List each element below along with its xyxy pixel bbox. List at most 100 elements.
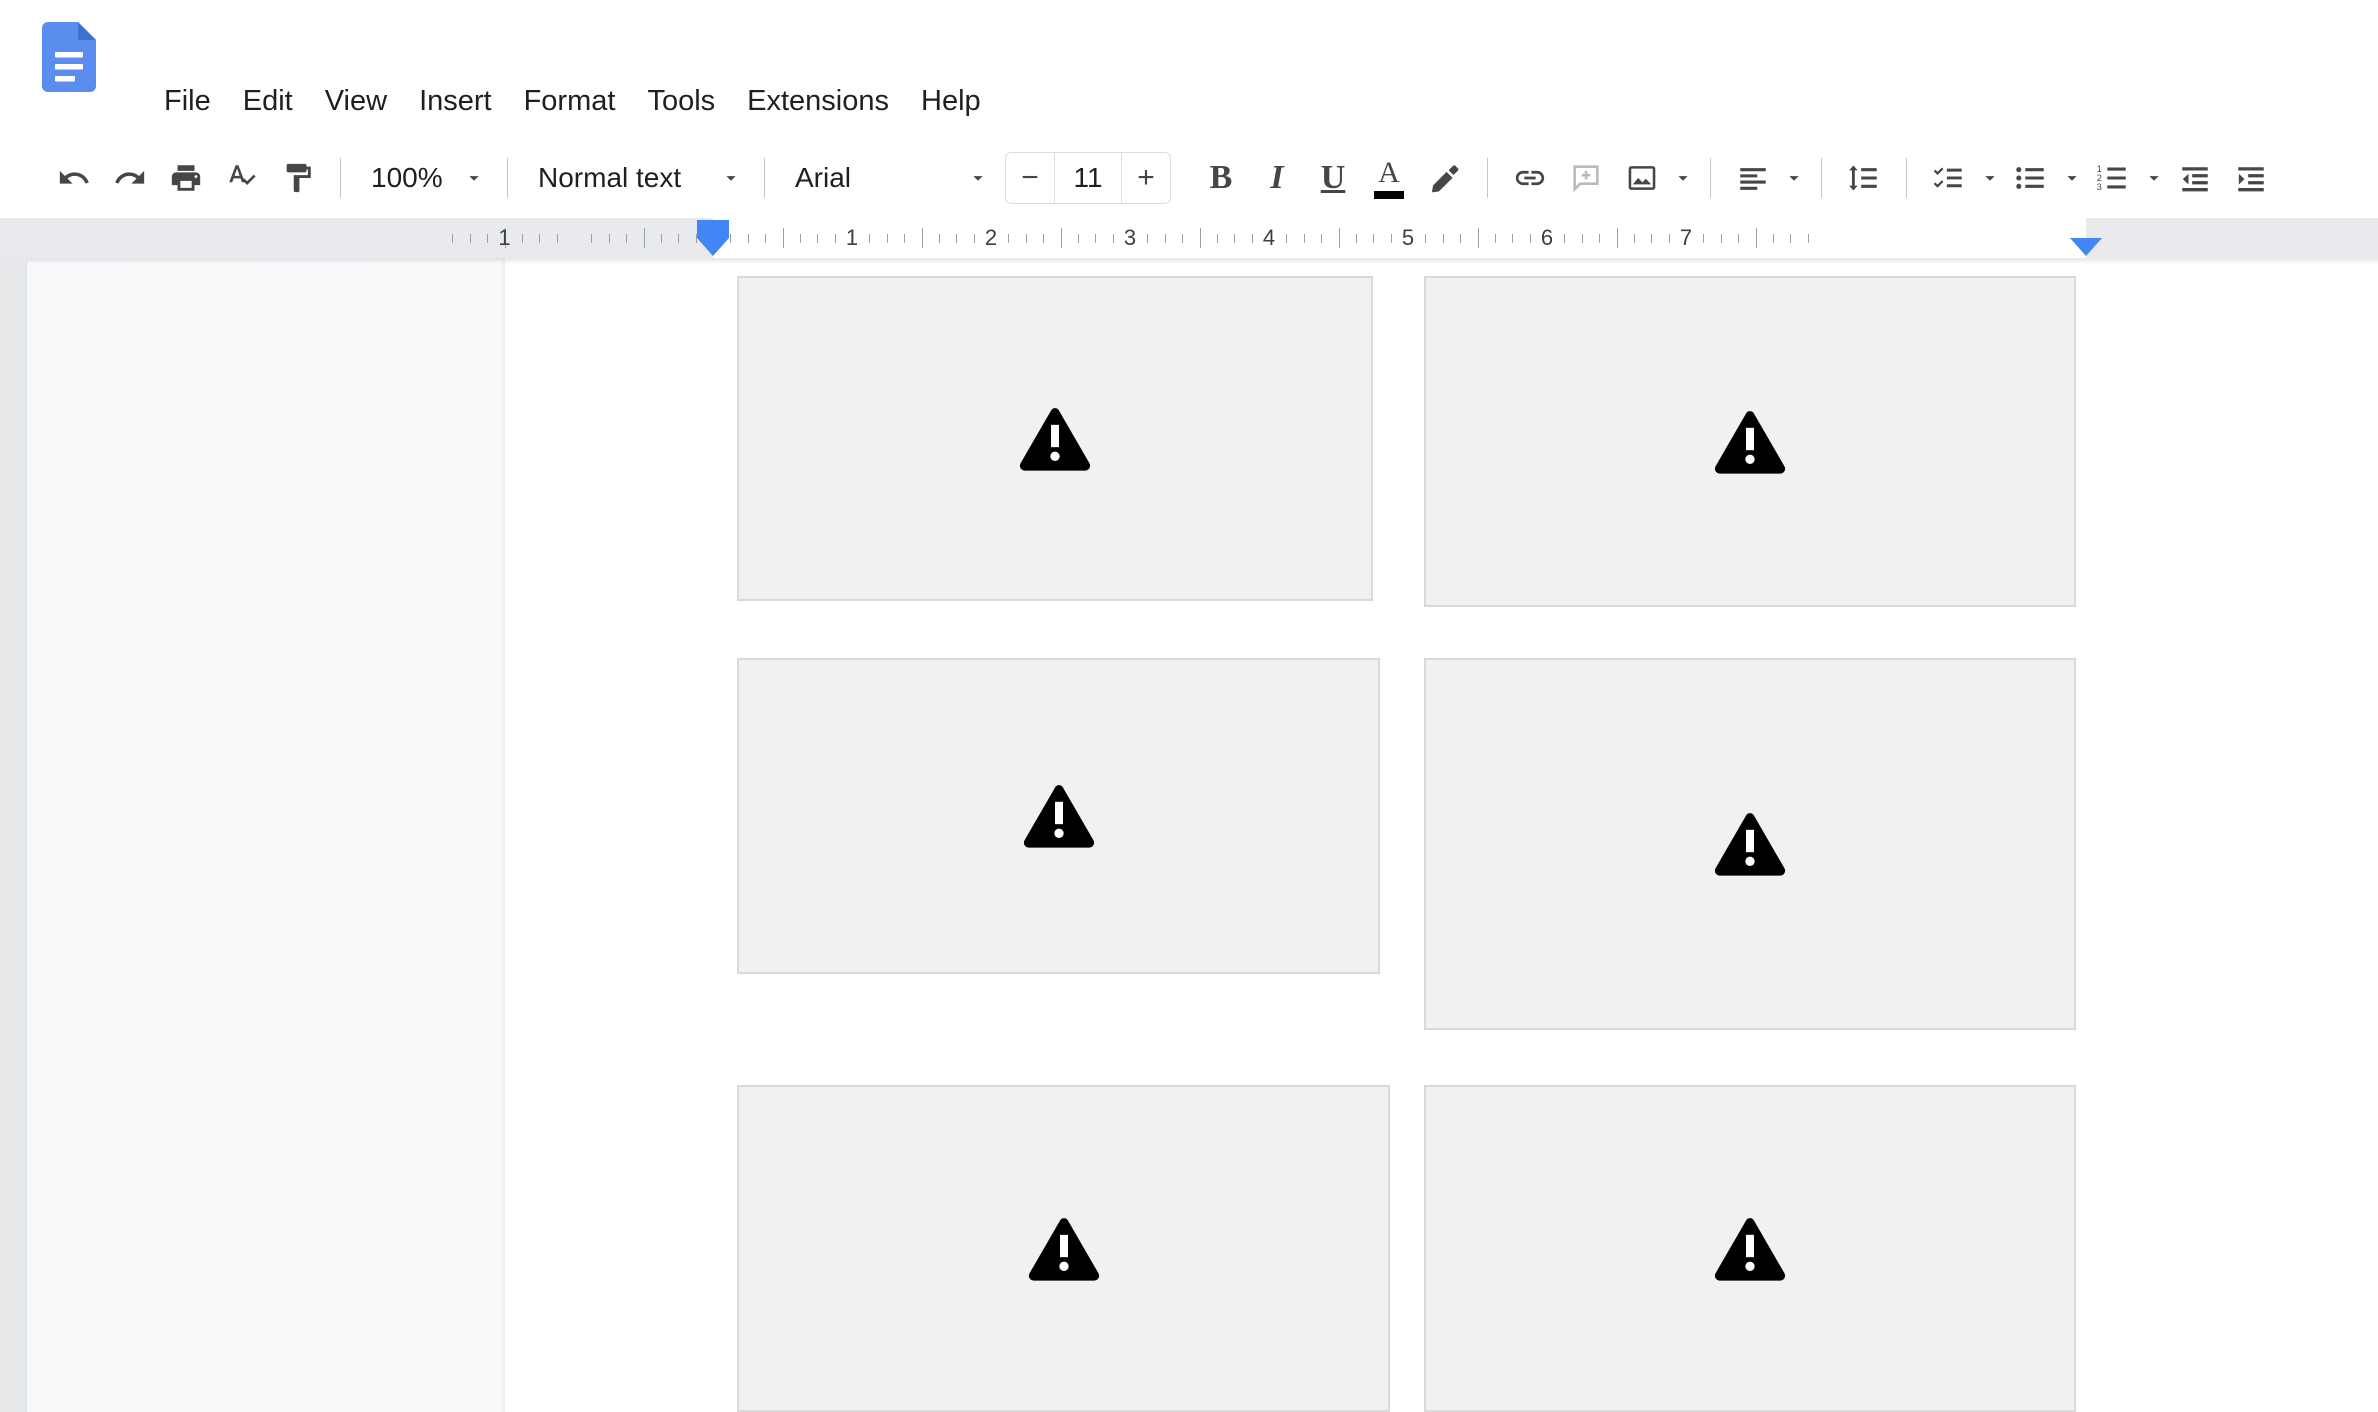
warning-triangle-icon [1019,407,1091,471]
font-family-dropdown[interactable]: Arial [779,150,997,206]
ruler-tick [1581,234,1583,243]
ruler-tick [660,234,662,243]
ruler-tick [556,234,558,243]
menu-item-insert[interactable]: Insert [403,78,508,124]
spelling-check-button[interactable] [214,150,270,206]
ruler-tick [1755,228,1757,248]
align-button[interactable] [1725,150,1781,206]
decrease-indent-button[interactable] [2167,150,2223,206]
insert-image-options-caret[interactable] [1670,150,1696,206]
ruler-tick [1303,234,1305,243]
warning-triangle-icon [1028,1217,1099,1281]
paragraph-style-dropdown[interactable]: Normal text [522,150,750,206]
chevron-down-icon [2067,176,2077,181]
line-spacing-button[interactable] [1836,150,1892,206]
menu-item-format[interactable]: Format [508,78,632,124]
menu-item-file[interactable]: File [148,78,227,124]
text-color-button[interactable]: A [1361,150,1417,206]
numbered-list-options-caret[interactable] [2141,150,2167,206]
checklist-icon [1933,167,1962,188]
ruler-tick [1251,234,1253,243]
toolbar-separator-2 [507,158,508,198]
underline-button[interactable]: U [1305,150,1361,206]
font-size-increase-button[interactable]: + [1122,153,1170,203]
ruler-track[interactable]: 1 1 2 3 4 5 6 7 [0,218,2378,258]
insert-link-button[interactable] [1502,150,1558,206]
font-size-decrease-button[interactable]: − [1006,153,1054,203]
ruler-tick [1668,234,1670,243]
zoom-level-value: 100% [371,162,443,193]
bulleted-list-options-caret[interactable] [2059,150,2085,206]
bold-label: B [1209,159,1233,196]
ruler-tick [452,234,454,243]
highlight-color-button[interactable] [1417,150,1473,206]
broken-image-placeholder-5[interactable] [737,1085,1390,1412]
text-color-label: A [1378,155,1400,189]
chevron-down-icon [1678,176,1688,181]
ruler-tick [1112,234,1114,243]
ruler-tick [643,228,645,248]
ruler-tick [1043,234,1045,243]
paragraph-style-value: Normal text [538,162,682,193]
broken-image-placeholder-6[interactable] [1424,1085,2076,1412]
redo-button[interactable] [102,150,158,206]
italic-button[interactable]: I [1249,150,1305,206]
ruler-tick [904,234,906,243]
font-size-input[interactable]: 11 [1054,153,1122,203]
ruler-tick [817,234,819,243]
ruler-tick [1060,228,1062,248]
ruler-tick [1008,234,1010,243]
insert-image-button[interactable] [1614,150,1670,206]
menu-item-list: File Edit View Insert Format Tools Exten… [148,78,997,124]
insert-image-icon [1628,166,1656,190]
ruler-tick [608,234,610,243]
broken-image-placeholder-2[interactable] [1424,276,2076,607]
outline-rail[interactable] [0,258,26,1412]
broken-image-placeholder-1[interactable] [737,276,1373,601]
paint-format-button[interactable] [270,150,326,206]
ruler-tick [1095,234,1097,243]
toolbar-separator-6 [1821,158,1822,198]
ruler-tick [1373,234,1375,243]
zoom-level-dropdown[interactable]: 100% [355,150,493,206]
menu-item-help[interactable]: Help [905,78,997,124]
increase-indent-button[interactable] [2223,150,2279,206]
svg-text:3: 3 [2097,182,2102,192]
broken-image-placeholder-3[interactable] [737,658,1380,974]
ruler-tick [1703,234,1705,243]
menu-item-edit[interactable]: Edit [227,78,309,124]
checklist-button[interactable] [1921,150,1977,206]
left-margin-marker[interactable] [697,238,729,256]
ruler-number: 3 [1123,225,1137,250]
bold-button[interactable]: B [1193,150,1249,206]
align-options-caret[interactable] [1781,150,1807,206]
ruler-tick [747,234,749,243]
numbered-list-button[interactable]: 1 2 3 [2085,150,2141,206]
chevron-down-icon [1789,176,1799,181]
insert-link-icon [1515,170,1545,186]
ruler: 1 1 2 3 4 5 6 7 [0,218,2378,258]
ruler-tick [1425,234,1427,243]
ruler-tick [1147,234,1149,243]
ruler-tick [1321,234,1323,243]
undo-icon [59,170,89,184]
docs-logo-icon[interactable] [42,22,96,92]
right-margin-marker[interactable] [2070,238,2102,256]
menu-item-extensions[interactable]: Extensions [731,78,905,124]
broken-image-placeholder-4[interactable] [1424,658,2076,1030]
toolbar: 100% Normal text Arial − 11 + B I U A 1 … [0,138,2378,218]
menu-bar: File Edit View Insert Format Tools Exten… [0,0,2378,138]
left-indent-marker[interactable] [697,220,729,238]
checklist-options-caret[interactable] [1977,150,2003,206]
add-comment-button[interactable] [1558,150,1614,206]
ruler-tick [1025,234,1027,243]
menu-item-view[interactable]: View [309,78,403,124]
bulleted-list-icon [2016,167,2044,189]
ruler-tick [886,234,888,243]
menu-item-tools[interactable]: Tools [631,78,731,124]
bulleted-list-button[interactable] [2003,150,2059,206]
undo-button[interactable] [46,150,102,206]
print-button[interactable] [158,150,214,206]
add-comment-icon [1573,165,1599,193]
ruler-tick [1286,234,1288,243]
